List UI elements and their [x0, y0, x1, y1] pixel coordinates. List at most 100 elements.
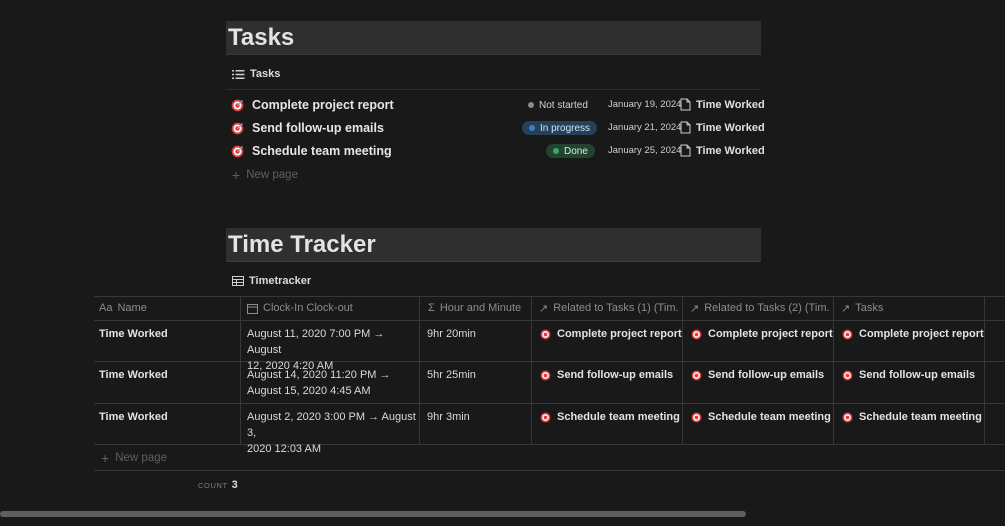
- tasks-new-page-button[interactable]: + New page: [232, 168, 298, 182]
- related-task-1[interactable]: Send follow-up emails: [540, 367, 673, 383]
- tasks-section-title: Tasks: [228, 24, 295, 51]
- tasks-view-tab[interactable]: Tasks: [232, 68, 280, 80]
- related-task-2[interactable]: Send follow-up emails: [691, 367, 824, 383]
- plus-icon: +: [101, 450, 110, 466]
- tasks-relation[interactable]: Send follow-up emails: [842, 367, 975, 383]
- task-name[interactable]: Send follow-up emails: [252, 121, 384, 135]
- table-border: [94, 444, 1005, 445]
- target-icon: [231, 99, 244, 111]
- column-header-label: Related to Tasks (2) (Tim...: [704, 302, 830, 314]
- formula-icon: Σ: [428, 302, 435, 314]
- status-dot: [528, 102, 534, 108]
- target-icon: [842, 412, 853, 422]
- relation-icon: ↗: [539, 302, 549, 315]
- duration-cell: 9hr 3min: [427, 411, 470, 423]
- column-header-tasks[interactable]: ↗ Tasks: [841, 296, 981, 320]
- related-task-label: Complete project report: [859, 328, 984, 340]
- related-task-label: Schedule team meeting: [557, 411, 680, 423]
- status-badge[interactable]: Not started: [521, 98, 595, 112]
- horizontal-scrollbar-thumb[interactable]: [0, 511, 746, 517]
- table-border: [94, 403, 1005, 404]
- duration-cell: 9hr 20min: [427, 328, 476, 340]
- target-icon: [231, 145, 244, 157]
- status-dot: [529, 125, 535, 131]
- clock-in-out-cell[interactable]: August 14, 2020 11:20 PM → August 15, 20…: [247, 367, 417, 399]
- row-name[interactable]: Time Worked: [99, 326, 168, 342]
- target-icon: [691, 329, 702, 339]
- column-header-name[interactable]: Aa Name: [99, 296, 237, 320]
- column-header-related-2[interactable]: ↗ Related to Tasks (2) (Tim...: [690, 296, 830, 320]
- column-header-label: Tasks: [855, 302, 884, 314]
- time-worked-link[interactable]: Time Worked: [680, 144, 765, 157]
- new-page-label: New page: [115, 452, 167, 464]
- column-header-clock[interactable]: Clock-In Clock-out: [247, 296, 417, 320]
- related-task-1[interactable]: Schedule team meeting: [540, 409, 680, 425]
- task-date: January 21, 2024: [608, 122, 682, 133]
- tasks-view-label: Tasks: [250, 68, 281, 80]
- related-task-2[interactable]: Complete project report: [691, 326, 833, 342]
- related-task-label: Schedule team meeting: [859, 411, 982, 423]
- status-label: Done: [564, 145, 588, 157]
- status-label: Not started: [539, 99, 588, 111]
- clock-in-out-cell[interactable]: August 2, 2020 3:00 PM → August 3, 2020 …: [247, 409, 417, 457]
- clock-line: August 14, 2020 11:20 PM →: [247, 369, 391, 381]
- column-divider[interactable]: [240, 296, 241, 444]
- table-border: [94, 361, 1005, 362]
- time-tracker-section-header: Time Tracker: [226, 228, 761, 262]
- column-header-label: Hour and Minute: [439, 302, 522, 314]
- relation-icon: ↗: [690, 302, 700, 315]
- column-divider[interactable]: [531, 296, 532, 444]
- relation-icon: ↗: [841, 302, 851, 315]
- related-task-1[interactable]: Complete project report: [540, 326, 682, 342]
- target-icon: [231, 122, 244, 134]
- related-task-2[interactable]: Schedule team meeting: [691, 409, 831, 425]
- task-name[interactable]: Complete project report: [252, 98, 394, 112]
- page-icon: [680, 98, 691, 111]
- task-name[interactable]: Schedule team meeting: [252, 144, 392, 158]
- column-divider[interactable]: [833, 296, 834, 444]
- table-border: [94, 470, 1005, 471]
- calendar-icon: [247, 303, 258, 314]
- related-task-label: Send follow-up emails: [859, 369, 976, 381]
- clock-line: August 15, 2020 4:45 AM: [247, 385, 371, 397]
- clock-line: 2020 12:03 AM: [247, 443, 322, 455]
- time-worked-link[interactable]: Time Worked: [680, 121, 765, 134]
- time-tracker-title: Time Tracker: [228, 231, 376, 258]
- target-icon: [540, 370, 551, 380]
- status-badge[interactable]: In progress: [522, 121, 598, 135]
- target-icon: [691, 412, 702, 422]
- tasks-relation[interactable]: Schedule team meeting: [842, 409, 982, 425]
- target-icon: [540, 412, 551, 422]
- row-name[interactable]: Time Worked: [99, 367, 168, 383]
- clock-line: August 2, 2020 3:00 PM → August 3,: [247, 411, 416, 439]
- table-new-page-button[interactable]: + New page: [101, 451, 167, 465]
- time-worked-link[interactable]: Time Worked: [680, 98, 765, 111]
- column-header-duration[interactable]: Σ Hour and Minute: [428, 296, 528, 320]
- table-border: [94, 320, 1005, 321]
- clock-line: August 11, 2020 7:00 PM → August: [247, 328, 385, 356]
- target-icon: [842, 329, 853, 339]
- text-property-icon: Aa: [99, 302, 113, 314]
- related-task-label: Complete project report: [708, 328, 833, 340]
- task-date: January 25, 2024: [608, 145, 682, 156]
- column-header-label: Clock-In Clock-out: [263, 302, 353, 314]
- time-worked-link-label: Time Worked: [696, 121, 765, 134]
- table-icon: [232, 276, 244, 286]
- column-divider[interactable]: [984, 296, 985, 444]
- column-divider[interactable]: [419, 296, 420, 444]
- target-icon: [842, 370, 853, 380]
- new-page-label: New page: [246, 169, 298, 181]
- related-task-label: Complete project report: [557, 328, 682, 340]
- tasks-relation[interactable]: Complete project report: [842, 326, 984, 342]
- row-name[interactable]: Time Worked: [99, 409, 168, 425]
- count-value: 3: [231, 479, 238, 491]
- task-date: January 19, 2024: [608, 99, 682, 110]
- plus-icon: +: [232, 167, 241, 183]
- column-header-related-1[interactable]: ↗ Related to Tasks (1) (Tim...: [539, 296, 679, 320]
- status-badge[interactable]: Done: [546, 144, 595, 158]
- count-calculation[interactable]: COUNT 3: [198, 479, 238, 491]
- timetracker-view-tab[interactable]: Timetracker: [232, 275, 311, 287]
- related-task-label: Send follow-up emails: [708, 369, 825, 381]
- target-icon: [691, 370, 702, 380]
- column-divider[interactable]: [682, 296, 683, 444]
